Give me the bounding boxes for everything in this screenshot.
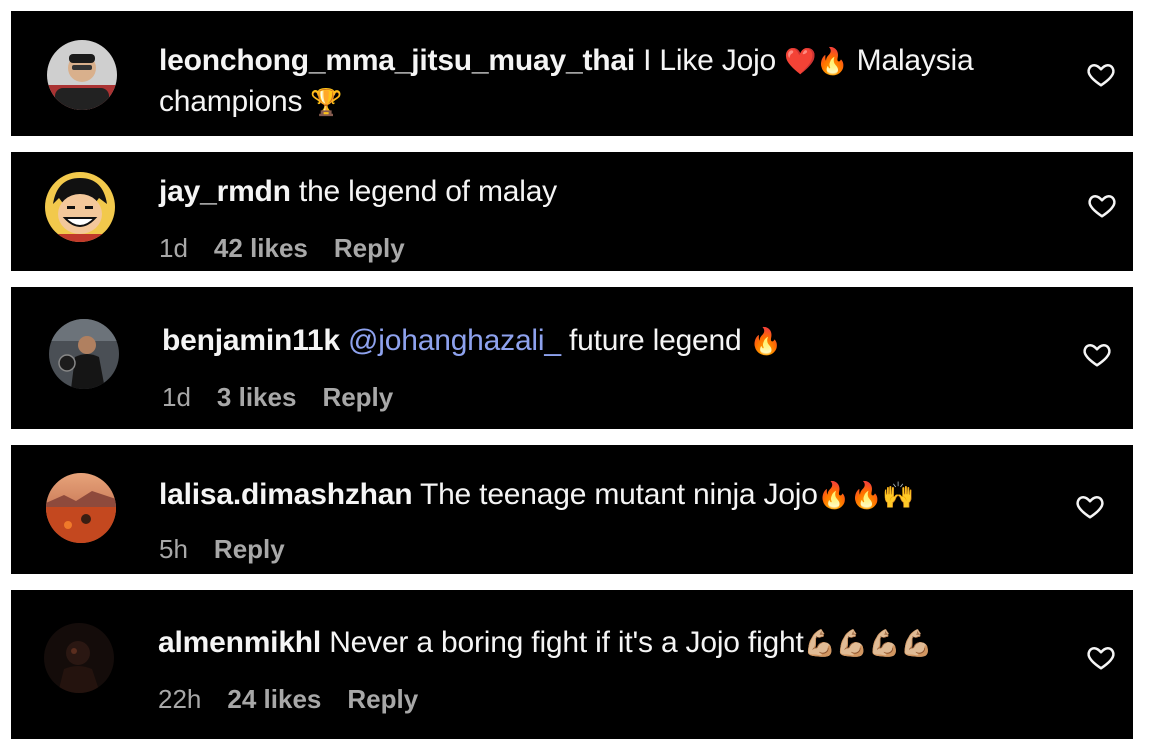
avatar[interactable]: [46, 473, 116, 543]
comment-text: jay_rmdn the legend of malay: [159, 172, 1059, 212]
comment-meta: 1d 42 likes Reply: [159, 232, 431, 264]
avatar[interactable]: [45, 172, 115, 242]
comment-meta: 22h 24 likes Reply: [158, 683, 444, 715]
avatar[interactable]: [44, 623, 114, 693]
comment-likes[interactable]: 24 likes: [227, 684, 321, 714]
comment-username[interactable]: almenmikhl: [158, 626, 321, 659]
comment-text: leonchong_mma_jitsu_muay_thai I Like Joj…: [159, 41, 1059, 123]
reply-button[interactable]: Reply: [322, 382, 393, 412]
fire-emoji: 🔥: [749, 327, 782, 357]
avatar-image: [49, 319, 119, 389]
heart-outline-icon[interactable]: [1086, 642, 1116, 672]
reply-button[interactable]: Reply: [347, 684, 418, 714]
comment-username[interactable]: jay_rmdn: [159, 175, 291, 208]
comment-username[interactable]: lalisa.dimashzhan: [159, 478, 413, 511]
comment-body: I Like Jojo: [635, 44, 785, 77]
comment-time: 22h: [158, 684, 202, 714]
comment-username[interactable]: benjamin11k: [162, 324, 340, 357]
trophy-emoji: 🏆: [310, 88, 343, 118]
comment-likes[interactable]: 3 likes: [217, 382, 297, 412]
comment-time: 5h: [159, 534, 188, 564]
mention-link[interactable]: @johanghazali_: [348, 324, 561, 357]
comment-card: leonchong_mma_jitsu_muay_thai I Like Joj…: [11, 11, 1133, 136]
heart-outline-icon[interactable]: [1075, 491, 1105, 521]
heart-outline-icon[interactable]: [1087, 190, 1117, 220]
heart-fire-emoji: ❤️🔥: [784, 47, 849, 77]
avatar[interactable]: [49, 319, 119, 389]
comment-likes[interactable]: 42 likes: [214, 233, 308, 263]
avatar[interactable]: [47, 40, 117, 110]
comment-card: lalisa.dimashzhan The teenage mutant nin…: [11, 445, 1133, 574]
comment-body: the legend of malay: [290, 175, 557, 208]
reply-button[interactable]: Reply: [214, 534, 285, 564]
comment-meta: 1d 3 likes Reply: [162, 381, 419, 413]
avatar-image: [44, 623, 114, 693]
comment-time: 1d: [162, 382, 191, 412]
avatar-image: [45, 172, 115, 242]
comment-text: almenmikhl Never a boring fight if it's …: [158, 623, 1058, 664]
comment-time: 1d: [159, 233, 188, 263]
heart-outline-icon[interactable]: [1082, 339, 1112, 369]
comment-text: benjamin11k @johanghazali_ future legend…: [162, 321, 1062, 362]
comment-meta: 5h Reply: [159, 533, 311, 565]
comment-body: future legend: [560, 324, 750, 357]
comment-card: jay_rmdn the legend of malay 1d 42 likes R…: [11, 152, 1133, 271]
comment-card: benjamin11k @johanghazali_ future legend…: [11, 287, 1133, 429]
reply-button[interactable]: Reply: [334, 233, 405, 263]
comment-username[interactable]: leonchong_mma_jitsu_muay_thai: [159, 44, 635, 77]
comment-body: Never a boring fight if it's a Jojo figh…: [321, 626, 804, 659]
comment-body-cont: Malaysia: [848, 44, 974, 77]
comment-body-line2: champions: [159, 85, 311, 118]
flexed-biceps-emoji: 💪🏼💪🏼💪🏼💪🏼: [803, 629, 933, 659]
comment-card: almenmikhl Never a boring fight if it's …: [11, 590, 1133, 739]
avatar-image: [46, 473, 116, 543]
comment-text: lalisa.dimashzhan The teenage mutant nin…: [159, 475, 1059, 516]
avatar-image: [47, 40, 117, 110]
fire-raised-hands-emoji: 🔥🔥🙌: [817, 481, 915, 511]
heart-outline-icon[interactable]: [1086, 59, 1116, 89]
comment-body: The teenage mutant ninja Jojo: [412, 478, 818, 511]
